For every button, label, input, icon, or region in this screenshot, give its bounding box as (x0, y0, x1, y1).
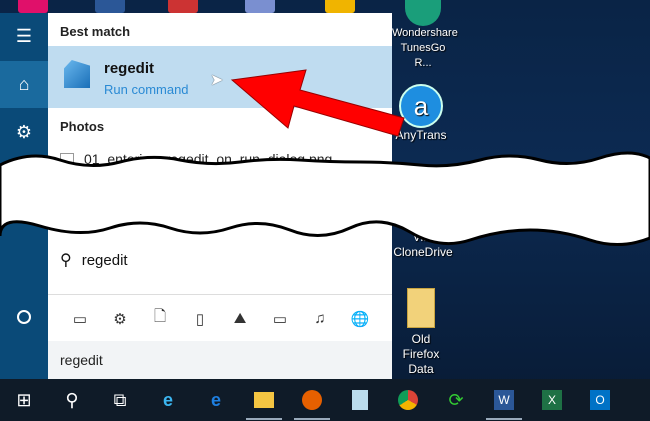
search-button[interactable]: ⚲ (48, 379, 96, 421)
chrome-icon[interactable] (384, 379, 432, 421)
task-view-button[interactable]: ⧉ (96, 379, 144, 421)
start-button[interactable]: ⊞ (0, 379, 48, 421)
outlook-icon[interactable]: O (576, 379, 624, 421)
firefox-icon[interactable] (288, 379, 336, 421)
sync-icon[interactable]: ⟳ (432, 379, 480, 421)
notepad-icon[interactable] (336, 379, 384, 421)
red-arrow (230, 69, 405, 137)
torn-gap (0, 151, 650, 246)
edge-icon[interactable]: e (192, 379, 240, 421)
internet-explorer-icon[interactable]: e (144, 379, 192, 421)
file-explorer-icon[interactable] (240, 379, 288, 421)
taskbar: ⊞ ⚲ ⧉ e e ⟳ W X O (0, 379, 650, 421)
word-icon[interactable]: W (480, 379, 528, 421)
annotation-layer (0, 69, 650, 246)
excel-icon[interactable]: X (528, 379, 576, 421)
